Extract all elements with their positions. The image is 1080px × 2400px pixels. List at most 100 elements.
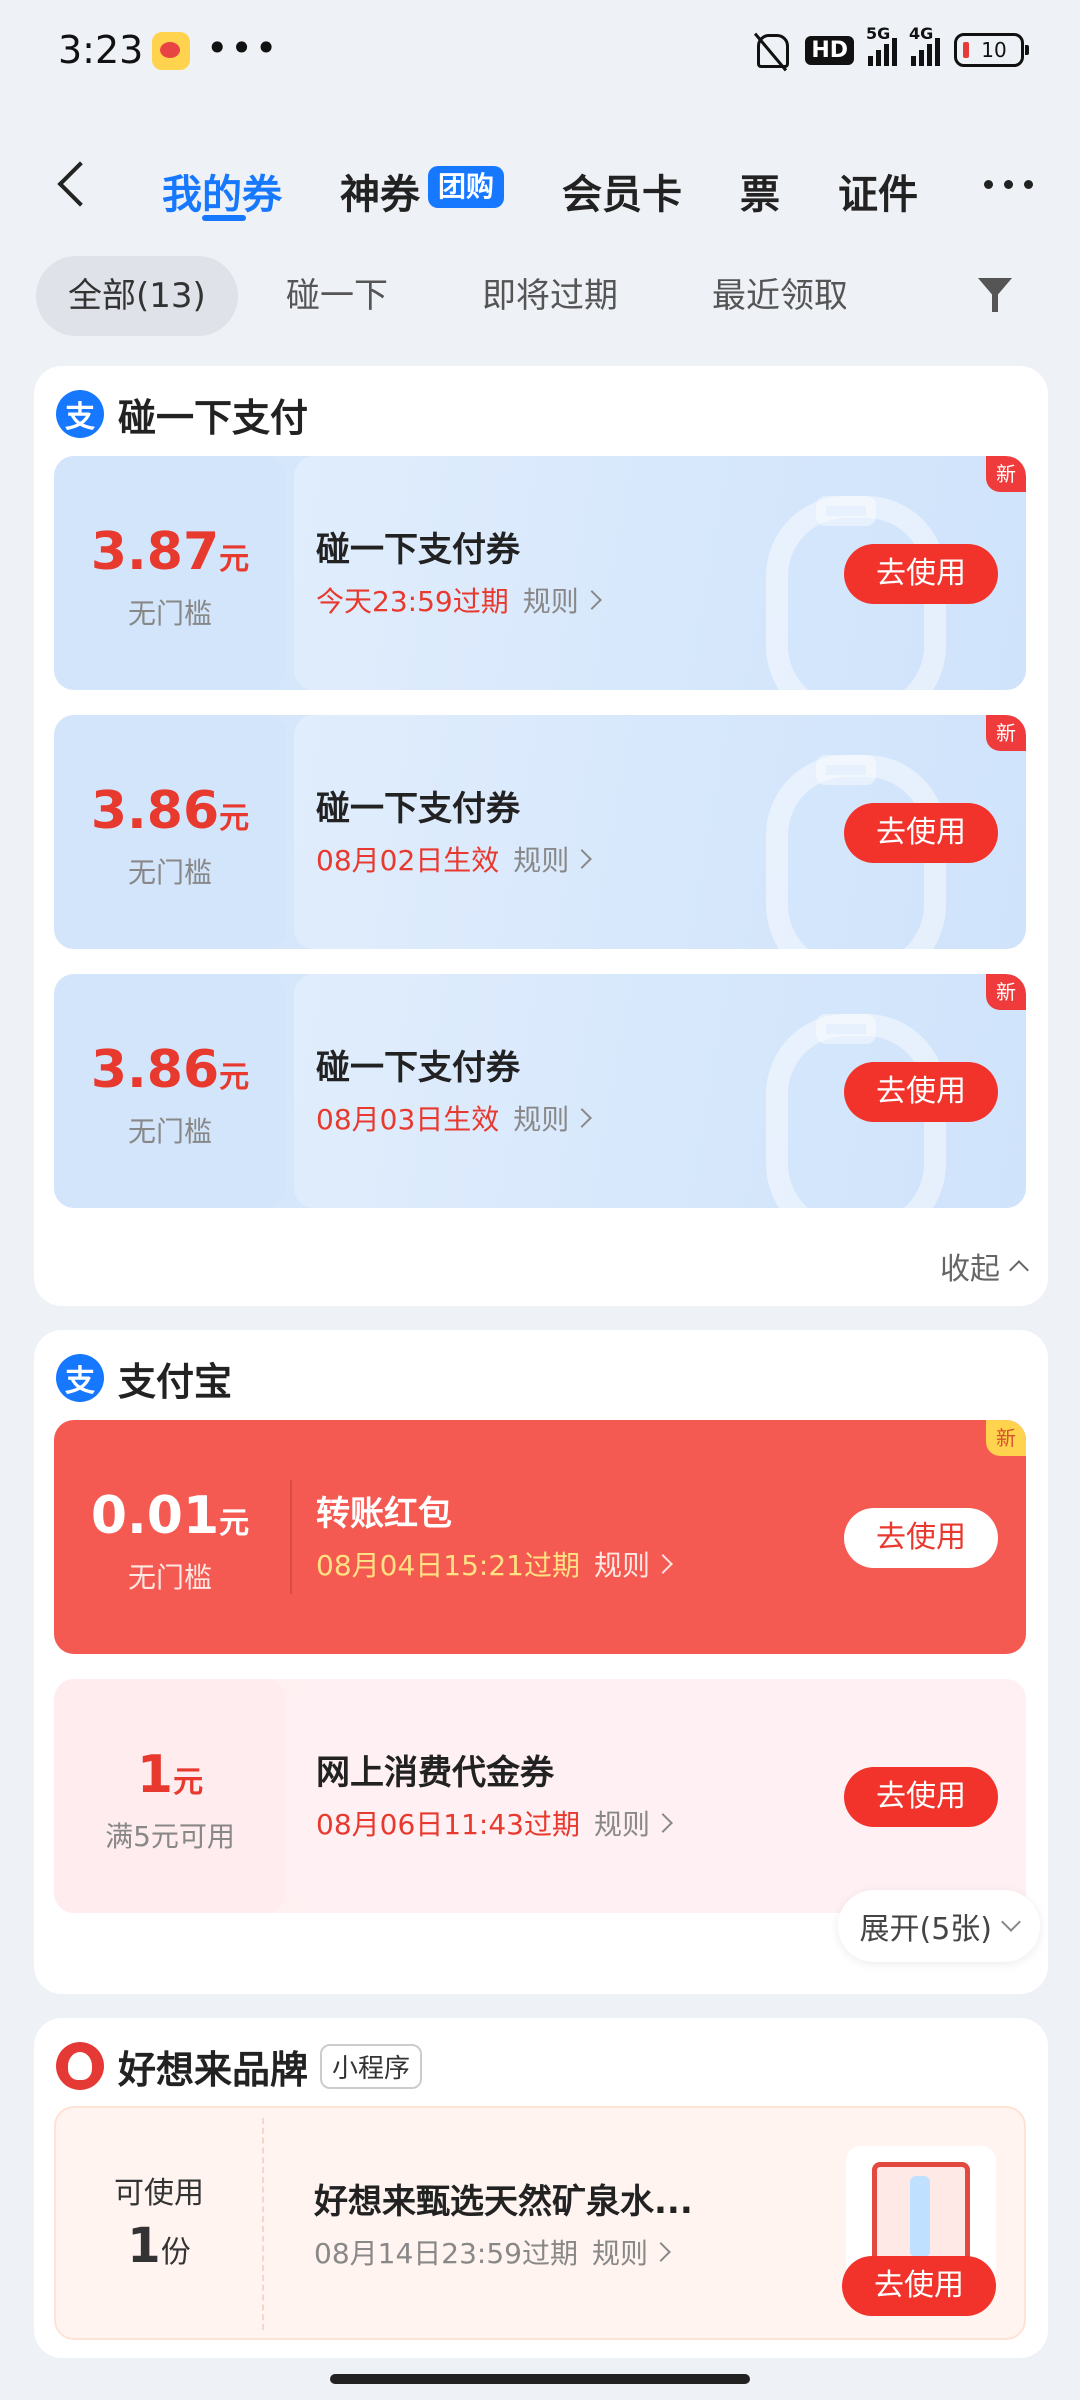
filter-expiring[interactable]: 即将过期: [482, 256, 618, 336]
net-5g-label: 5G: [866, 24, 891, 43]
touch-deco-icon: [816, 755, 876, 785]
section-alipay: 支 支付宝 0.01元 无门槛 转账红包 08月04日15:21过期 规则 去使…: [34, 1330, 1048, 1994]
battery-level: 10: [981, 38, 1007, 62]
collapse-button[interactable]: 收起: [940, 1244, 1029, 1288]
collapse-label: 收起: [940, 1252, 1000, 1287]
use-coupon-button[interactable]: 去使用: [844, 1508, 998, 1568]
new-badge: 新: [986, 1420, 1026, 1456]
expand-button[interactable]: 展开(5张): [837, 1890, 1040, 1962]
coupon-expiry: 今天23:59过期: [316, 585, 509, 618]
filter-touch[interactable]: 碰一下: [286, 256, 388, 336]
filter-recent[interactable]: 最近领取: [712, 256, 846, 336]
coupon-rule-link[interactable]: 规则: [513, 1098, 569, 1138]
new-badge: 新: [986, 715, 1026, 751]
more-notifications-icon: •••: [206, 26, 280, 70]
section-title: 碰一下支付: [118, 395, 309, 440]
coupon-rule-link[interactable]: 规则: [592, 2232, 648, 2272]
tab-tickets[interactable]: 票: [740, 162, 780, 220]
section-title: 支付宝: [118, 1359, 233, 1404]
battery-icon: 10: [954, 33, 1029, 67]
availability-qty: 1份: [127, 2218, 191, 2274]
use-coupon-button[interactable]: 去使用: [844, 1062, 998, 1122]
chevron-up-icon: [1009, 1260, 1029, 1280]
coupon-rule-link[interactable]: 规则: [523, 580, 579, 620]
hd-icon: HD: [805, 35, 854, 65]
tab-member-cards[interactable]: 会员卡: [562, 162, 682, 220]
touch-deco-icon: [816, 496, 876, 526]
tab-certificates[interactable]: 证件: [838, 162, 918, 220]
coupon-threshold: 满5元可用: [105, 1820, 235, 1853]
coupon-card[interactable]: 可使用 1份 好想来甄选天然矿泉水... 08月14日23:59过期 规则 去使…: [54, 2106, 1026, 2340]
coupon-name: 转账红包: [316, 1494, 452, 1534]
coupon-name: 好想来甄选天然矿泉水...: [314, 2182, 693, 2222]
signal-4g-icon: 4G: [909, 24, 940, 66]
weibo-notification-icon: [152, 32, 190, 70]
home-indicator[interactable]: [330, 2374, 750, 2384]
coupon-meta: 08月02日生效 规则: [316, 839, 593, 879]
section-header: 支 支付宝: [56, 1352, 232, 1404]
coupon-expiry: 08月14日23:59过期: [314, 2237, 578, 2270]
coupon-amount: 1元: [136, 1745, 204, 1805]
chevron-down-icon: [1001, 1912, 1021, 1932]
new-badge: 新: [986, 456, 1026, 492]
chevron-right-icon: [651, 2242, 671, 2262]
coupon-expiry: 08月04日15:21过期: [316, 1549, 580, 1582]
status-bar: 3:23 ••• HD 5G 4G 10: [0, 0, 1080, 100]
filter-icon[interactable]: [978, 278, 1014, 314]
chevron-right-icon: [653, 1813, 673, 1833]
coupon-threshold: 无门槛: [127, 1561, 212, 1594]
coupon-expiry: 08月06日11:43过期: [316, 1808, 580, 1841]
chevron-right-icon: [653, 1554, 673, 1574]
alipay-icon: 支: [56, 1354, 104, 1402]
tab-super-coupons[interactable]: 神券: [340, 162, 420, 220]
coupon-card[interactable]: 3.86元 无门槛 碰一下支付券 08月02日生效 规则 去使用 新: [54, 715, 1026, 949]
coupon-card[interactable]: 3.87元 无门槛 碰一下支付券 今天23:59过期 规则 去使用 新: [54, 456, 1026, 690]
header-tabs: 我的券 神券 团购 会员卡 票 证件: [0, 140, 1080, 240]
mute-icon: [751, 30, 791, 70]
coupon-threshold: 无门槛: [127, 1115, 212, 1148]
coupon-meta: 08月03日生效 规则: [316, 1098, 593, 1138]
chevron-right-icon: [572, 849, 593, 869]
section-header: 支 碰一下支付: [56, 388, 308, 440]
touch-deco-icon: [816, 1014, 876, 1044]
alipay-icon: 支: [56, 390, 104, 438]
water-bottle-icon: [910, 2176, 930, 2256]
coupon-meta: 08月06日11:43过期 规则: [316, 1803, 673, 1843]
net-4g-label: 4G: [909, 24, 934, 43]
back-arrow-icon[interactable]: [50, 164, 90, 204]
use-coupon-button[interactable]: 去使用: [842, 2256, 996, 2316]
new-badge: 新: [986, 974, 1026, 1010]
coupon-name: 碰一下支付券: [316, 789, 520, 829]
coupon-amount: 3.86元: [90, 781, 250, 841]
more-icon[interactable]: [984, 178, 1034, 192]
section-header: 好想来品牌 小程序: [56, 2040, 423, 2092]
coupon-card[interactable]: 0.01元 无门槛 转账红包 08月04日15:21过期 规则 去使用 新: [54, 1420, 1026, 1654]
use-coupon-button[interactable]: 去使用: [844, 803, 998, 863]
section-brand: 好想来品牌 小程序 可使用 1份 好想来甄选天然矿泉水... 08月14日23:…: [34, 2018, 1048, 2358]
use-coupon-button[interactable]: 去使用: [844, 544, 998, 604]
active-tab-indicator: [202, 215, 246, 221]
coupon-name: 网上消费代金券: [316, 1753, 554, 1793]
coupon-threshold: 无门槛: [127, 856, 212, 889]
status-time: 3:23: [58, 28, 144, 72]
coupon-expiry: 08月02日生效: [316, 844, 500, 877]
brand-logo-icon: [56, 2042, 104, 2090]
availability-label: 可使用: [114, 2176, 204, 2211]
coupon-rule-link[interactable]: 规则: [594, 1544, 650, 1584]
filter-all[interactable]: 全部(13): [36, 256, 238, 336]
coupon-threshold: 无门槛: [127, 597, 212, 630]
coupon-amount: 3.87元: [90, 522, 250, 582]
coupon-card[interactable]: 3.86元 无门槛 碰一下支付券 08月03日生效 规则 去使用 新: [54, 974, 1026, 1208]
chevron-right-icon: [581, 590, 602, 610]
use-coupon-button[interactable]: 去使用: [844, 1767, 998, 1827]
group-buy-badge[interactable]: 团购: [428, 166, 505, 208]
coupon-rule-link[interactable]: 规则: [513, 839, 569, 879]
mini-program-tag[interactable]: 小程序: [320, 2043, 423, 2089]
coupon-amount: 0.01元: [90, 1486, 250, 1546]
tab-my-coupons[interactable]: 我的券: [162, 162, 282, 220]
coupon-expiry: 08月03日生效: [316, 1103, 500, 1136]
coupon-rule-link[interactable]: 规则: [594, 1803, 650, 1843]
coupon-name: 碰一下支付券: [316, 1048, 520, 1088]
filter-row: 全部(13) 碰一下 即将过期 最近领取: [0, 256, 1080, 336]
coupon-card[interactable]: 1元 满5元可用 网上消费代金券 08月06日11:43过期 规则 去使用: [54, 1679, 1026, 1913]
